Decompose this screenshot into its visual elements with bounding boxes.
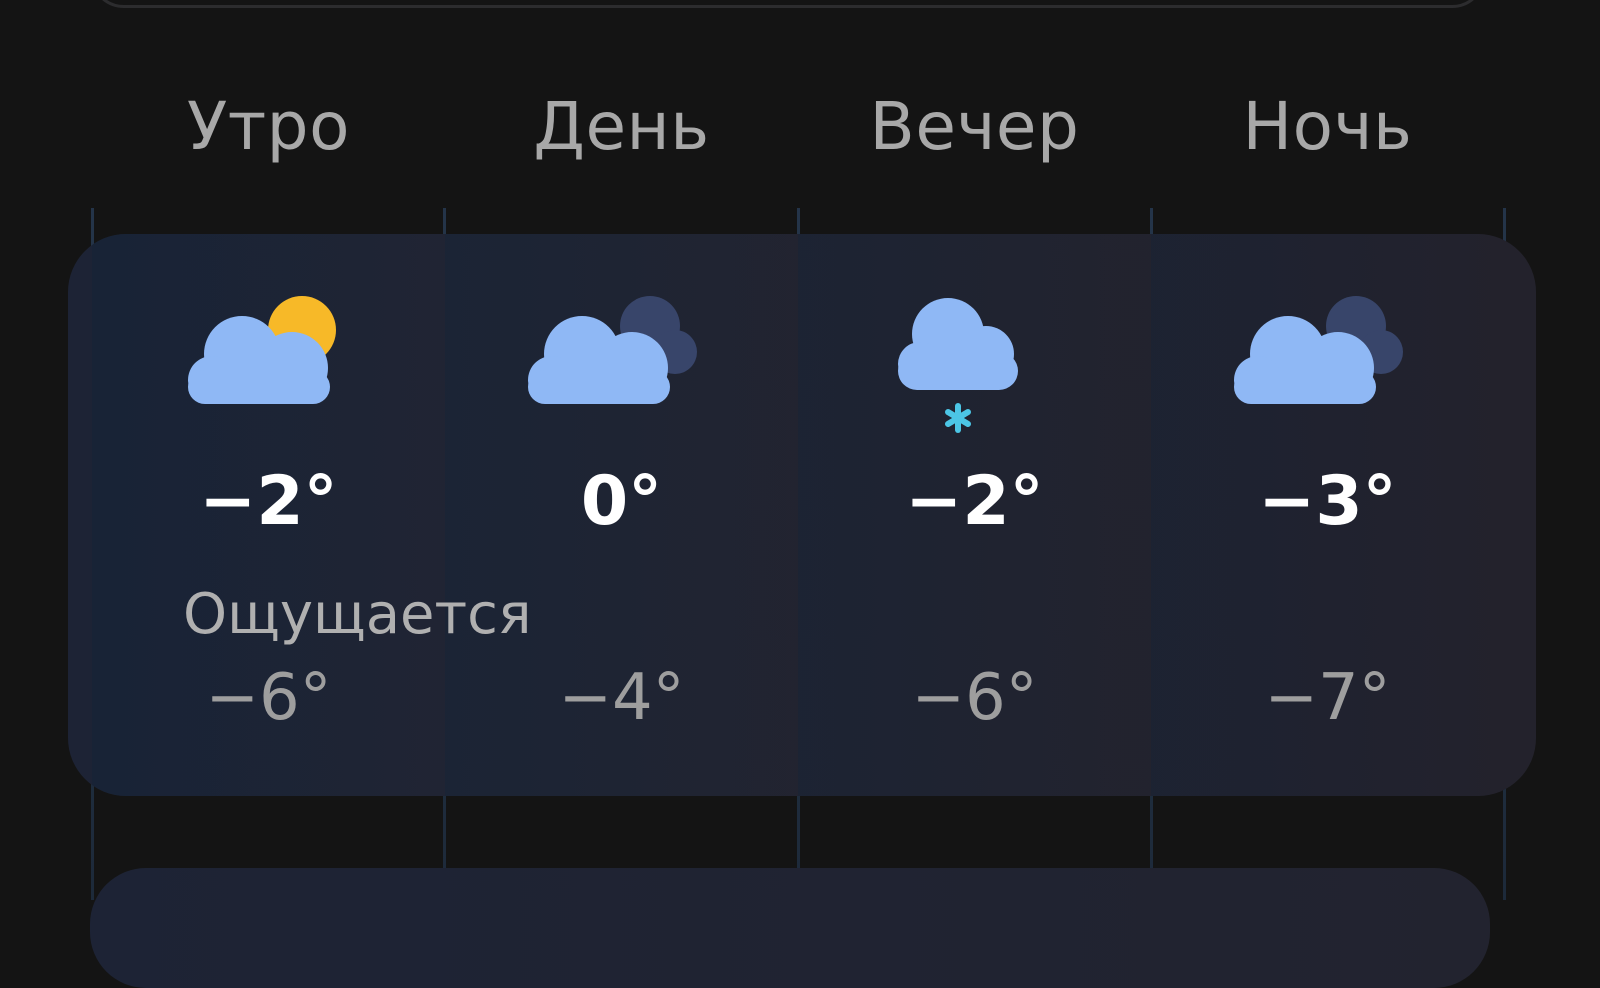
temperature-value: −2° <box>199 462 338 541</box>
temperature-value: 0° <box>580 462 663 541</box>
period-night[interactable]: −3° −7° <box>1151 234 1504 796</box>
cloud-snow-icon <box>898 298 1018 433</box>
period-header-evening: Вечер <box>869 88 1080 165</box>
period-header-day: День <box>533 88 710 165</box>
temperature-value: −2° <box>905 462 1044 541</box>
temperature-value: −3° <box>1258 462 1397 541</box>
period-header-morning: Утро <box>187 88 350 165</box>
period-headers: Утро День Вечер Ночь <box>92 82 1506 172</box>
feels-like-label: Ощущается <box>183 582 532 647</box>
feels-like-value: −6° <box>911 661 1038 735</box>
top-panel-outline <box>90 0 1486 8</box>
feels-like-value: −7° <box>1264 661 1391 735</box>
period-evening[interactable]: −2° −6° <box>798 234 1151 796</box>
feels-like-value: −6° <box>205 661 332 735</box>
cloudy-icon <box>1234 296 1403 404</box>
day-parts-forecast-card[interactable]: −2° −6° 0° −4° −2° −6° −3° −7° <box>68 234 1536 796</box>
partly-cloudy-sun-icon <box>188 296 336 404</box>
period-day[interactable]: 0° −4° <box>445 234 798 796</box>
feels-like-value: −4° <box>558 661 685 735</box>
cloudy-icon <box>528 296 697 404</box>
next-forecast-card[interactable] <box>90 868 1490 988</box>
period-header-night: Ночь <box>1242 88 1413 165</box>
period-morning[interactable]: −2° −6° <box>92 234 445 796</box>
